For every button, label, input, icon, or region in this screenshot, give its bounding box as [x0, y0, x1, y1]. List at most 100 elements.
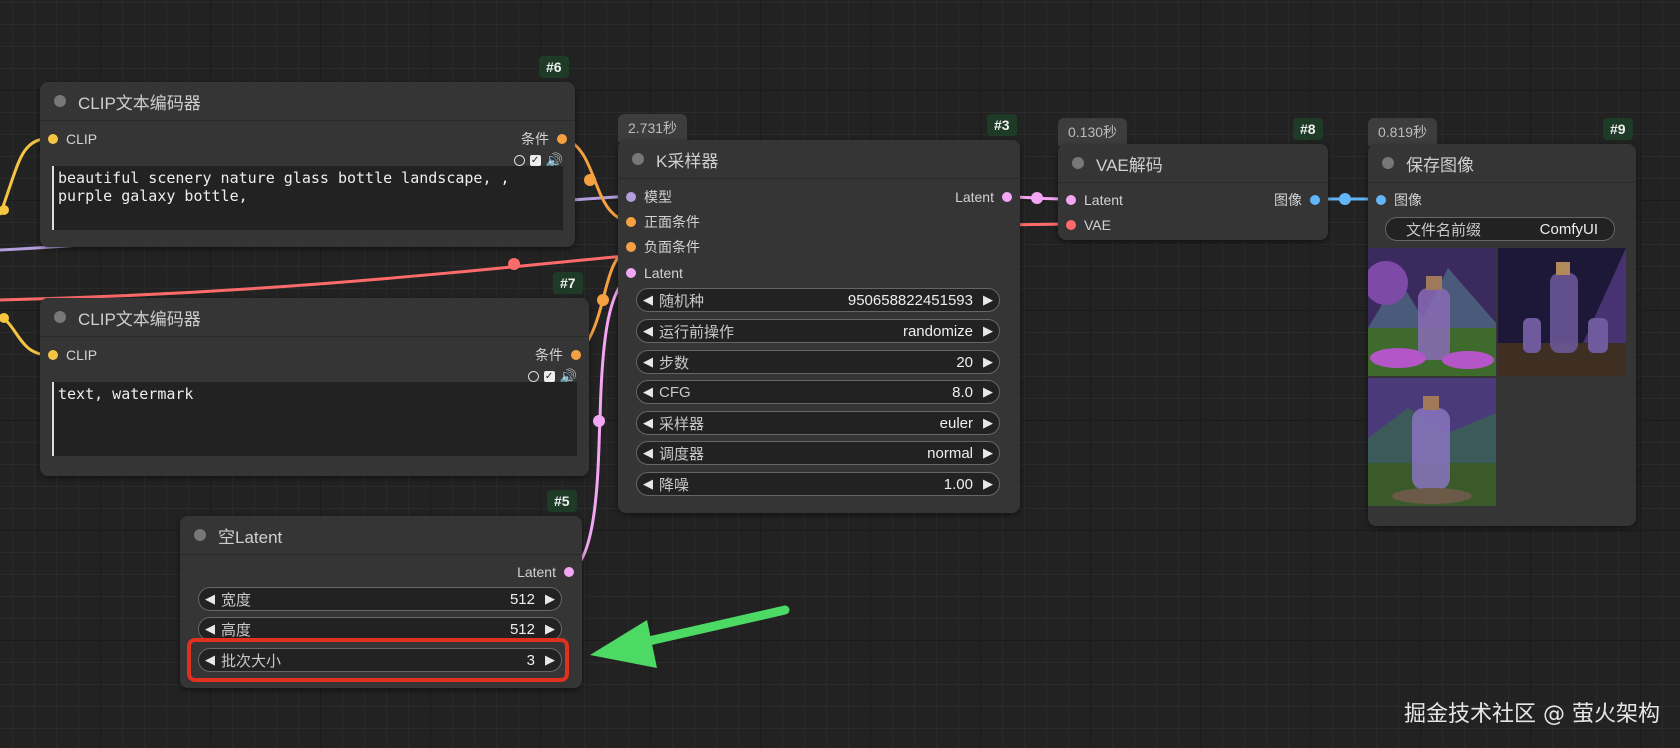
filename-prefix-widget[interactable]: 文件名前缀 ComfyUI	[1385, 217, 1615, 241]
clip-input-port[interactable]: CLIP	[48, 346, 97, 364]
negative-input-port[interactable]: 负面条件	[626, 238, 700, 256]
increment-arrow-icon[interactable]: ▶	[539, 591, 561, 607]
widget-label: 步数	[659, 354, 690, 372]
clip-input-port[interactable]: CLIP	[48, 130, 97, 148]
save-image-node[interactable]: 保存图像 图像 文件名前缀 ComfyUI	[1368, 144, 1636, 526]
latent-input-port[interactable]: Latent	[626, 264, 683, 282]
node-title: CLIP文本编码器	[78, 309, 201, 329]
node-title: 保存图像	[1406, 155, 1474, 175]
decrement-arrow-icon[interactable]: ◀	[637, 476, 659, 492]
widget-value: 20	[956, 353, 973, 371]
latent-port-dot-icon	[1002, 192, 1012, 202]
decrement-arrow-icon[interactable]: ◀	[637, 415, 659, 431]
image-port-dot-icon	[1376, 195, 1386, 205]
decrement-arrow-icon[interactable]: ◀	[199, 591, 221, 607]
conditioning-port-dot-icon	[626, 217, 636, 227]
decrement-arrow-icon[interactable]: ◀	[637, 384, 659, 400]
port-label: VAE	[1084, 217, 1111, 233]
image-input-port[interactable]: 图像	[1376, 191, 1422, 209]
decrement-arrow-icon[interactable]: ◀	[199, 621, 221, 637]
increment-arrow-icon[interactable]: ▶	[977, 323, 999, 339]
positive-input-port[interactable]: 正面条件	[626, 213, 700, 231]
port-label: 负面条件	[644, 239, 700, 255]
steps-widget[interactable]: ◀ 步数 20 ▶	[636, 350, 1000, 374]
latent-port-dot-icon	[1066, 195, 1076, 205]
model-input-port[interactable]: 模型	[626, 188, 672, 206]
output-image-thumbnail-2[interactable]	[1498, 248, 1626, 376]
port-label: 图像	[1394, 192, 1422, 208]
node-header[interactable]: 空Latent	[180, 516, 582, 555]
increment-arrow-icon[interactable]: ▶	[977, 384, 999, 400]
node-header[interactable]: VAE解码	[1058, 144, 1328, 183]
collapse-dot-icon[interactable]	[632, 153, 644, 165]
decrement-arrow-icon[interactable]: ◀	[637, 354, 659, 370]
collapse-dot-icon[interactable]	[194, 529, 206, 541]
width-widget[interactable]: ◀ 宽度 512 ▶	[198, 587, 562, 611]
increment-arrow-icon[interactable]: ▶	[539, 621, 561, 637]
latent-port-dot-icon	[564, 567, 574, 577]
image-output-port[interactable]: 图像	[1274, 191, 1320, 209]
node-8-badge: #8	[1293, 118, 1323, 140]
node-title: VAE解码	[1096, 155, 1163, 175]
node-title: CLIP文本编码器	[78, 93, 201, 113]
increment-arrow-icon[interactable]: ▶	[977, 476, 999, 492]
decrement-arrow-icon[interactable]: ◀	[637, 445, 659, 461]
node-9-badge: #9	[1603, 118, 1633, 140]
collapse-dot-icon[interactable]	[1072, 157, 1084, 169]
increment-arrow-icon[interactable]: ▶	[977, 415, 999, 431]
increment-arrow-icon[interactable]: ▶	[977, 292, 999, 308]
checkbox-icon[interactable]: ✓	[543, 371, 555, 382]
port-label: 图像	[1274, 192, 1302, 208]
model-port-dot-icon	[626, 192, 636, 202]
widget-value: randomize	[902, 322, 973, 340]
collapse-dot-icon[interactable]	[54, 95, 66, 107]
node-5-badge: #5	[547, 490, 577, 512]
widget-label: 宽度	[221, 591, 252, 609]
collapse-dot-icon[interactable]	[1382, 157, 1394, 169]
widget-label: 采样器	[659, 415, 705, 433]
sampler-widget[interactable]: ◀ 采样器 euler ▶	[636, 411, 1000, 435]
prompt-textarea[interactable]: beautiful scenery nature glass bottle la…	[52, 166, 563, 230]
latent-input-port[interactable]: Latent	[1066, 191, 1123, 209]
execution-time-tag: 0.819秒	[1368, 118, 1438, 146]
decrement-arrow-icon[interactable]: ◀	[637, 292, 659, 308]
circle-icon[interactable]	[527, 371, 539, 382]
cfg-widget[interactable]: ◀ CFG 8.0 ▶	[636, 380, 1000, 404]
ksampler-node[interactable]: K采样器 模型 正面条件 负面条件 Latent Latent ◀ 随机种 95…	[618, 140, 1020, 513]
port-label: 条件	[535, 347, 563, 363]
conditioning-output-port[interactable]: 条件	[535, 346, 581, 364]
node-header[interactable]: CLIP文本编码器	[40, 82, 575, 121]
collapse-dot-icon[interactable]	[54, 311, 66, 323]
clip-port-dot-icon	[48, 350, 58, 360]
clip-text-encode-node-negative[interactable]: CLIP文本编码器 CLIP 条件 ✓ 🔊 text, watermark	[40, 298, 589, 476]
node-header[interactable]: CLIP文本编码器	[40, 298, 589, 337]
vae-input-port[interactable]: VAE	[1066, 216, 1111, 234]
denoise-widget[interactable]: ◀ 降噪 1.00 ▶	[636, 472, 1000, 496]
node-header[interactable]: 保存图像	[1368, 144, 1636, 183]
widget-label: 随机种	[659, 292, 705, 310]
output-image-thumbnail-1[interactable]	[1368, 248, 1496, 376]
circle-icon[interactable]	[513, 155, 525, 166]
latent-output-port[interactable]: Latent	[517, 563, 574, 581]
scheduler-widget[interactable]: ◀ 调度器 normal ▶	[636, 441, 1000, 465]
clip-text-encode-node-positive[interactable]: CLIP文本编码器 CLIP 条件 ✓ 🔊 beautiful scenery …	[40, 82, 575, 247]
conditioning-output-port[interactable]: 条件	[521, 130, 567, 148]
node-title: K采样器	[656, 151, 719, 171]
port-label: Latent	[644, 265, 683, 281]
control-after-generate-widget[interactable]: ◀ 运行前操作 randomize ▶	[636, 319, 1000, 343]
increment-arrow-icon[interactable]: ▶	[977, 354, 999, 370]
decrement-arrow-icon[interactable]: ◀	[637, 323, 659, 339]
port-label: CLIP	[66, 347, 98, 363]
widget-label: CFG	[659, 383, 691, 401]
latent-output-port[interactable]: Latent	[955, 188, 1012, 206]
prompt-textarea[interactable]: text, watermark	[52, 382, 577, 456]
output-image-thumbnail-3[interactable]	[1368, 378, 1496, 506]
widget-value: 8.0	[952, 383, 973, 401]
increment-arrow-icon[interactable]: ▶	[977, 445, 999, 461]
clip-port-dot-icon	[48, 134, 58, 144]
vae-decode-node[interactable]: VAE解码 Latent VAE 图像	[1058, 144, 1328, 240]
node-header[interactable]: K采样器	[618, 140, 1020, 179]
checkbox-icon[interactable]: ✓	[529, 155, 541, 166]
widget-value: 512	[509, 620, 535, 638]
seed-widget[interactable]: ◀ 随机种 950658822451593 ▶	[636, 288, 1000, 312]
